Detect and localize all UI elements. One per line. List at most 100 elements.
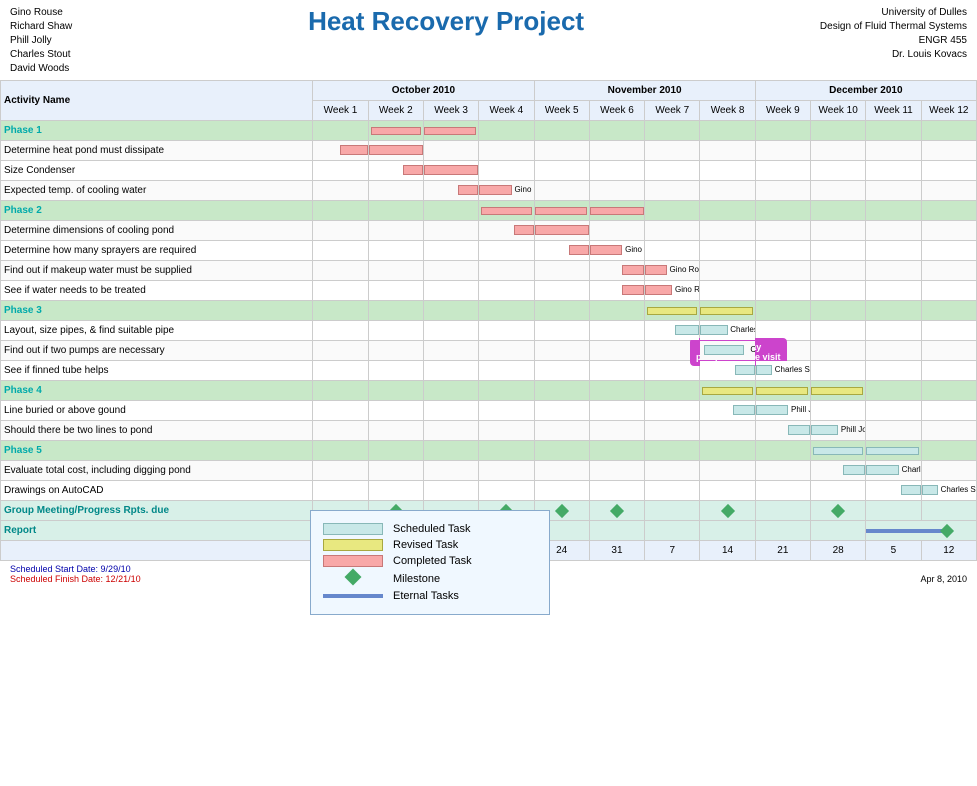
bar-spr-w5: [534, 241, 589, 261]
bar-sc-w10: [811, 161, 866, 181]
date-label: [1, 541, 313, 561]
legend-completed-bar: [323, 555, 383, 567]
week5-header: Week 5: [534, 101, 589, 121]
ph4-w6: [589, 381, 644, 401]
activity-row-expected-temp: Expected temp. of cooling water Gino Rou…: [1, 181, 977, 201]
professor: Dr. Louis Kovacs: [820, 48, 967, 62]
bar-mw-w10: [811, 261, 866, 281]
activity-row-autocad: Drawings on AutoCAD Charles Stout, David…: [1, 481, 977, 501]
phase-3-label: Phase 3: [1, 301, 313, 321]
ph3-w1: [313, 301, 368, 321]
ph3-w9: [755, 301, 810, 321]
phase-1-w5: [534, 121, 589, 141]
phase-2-label: Phase 2: [1, 201, 313, 221]
phase-4-row: Phase 4: [1, 381, 977, 401]
activity-row-size-condenser: Size Condenser Gino Rouse[Custom], Richa…: [1, 161, 977, 181]
week6-header: Week 6: [589, 101, 644, 121]
ph3-w4: [479, 301, 534, 321]
bar-mw-w8: [700, 261, 755, 281]
bar-ac-w3: [423, 481, 478, 501]
legend-revised: Revised Task: [323, 539, 537, 551]
legend-scheduled: Scheduled Task: [323, 523, 537, 535]
bar-mw-w6: [589, 261, 644, 281]
legend-completed-label: Completed Task: [393, 555, 472, 567]
bar-dheat-w7: [645, 141, 700, 161]
ph5-w5: [534, 441, 589, 461]
footer-date-right: Apr 8, 2010: [920, 574, 967, 584]
date-12: 12: [921, 541, 976, 561]
bar-ft-w4: [479, 361, 534, 381]
phase-2-w5: [534, 201, 589, 221]
ph3-w5: [534, 301, 589, 321]
phase-1-bar-w2: [368, 121, 423, 141]
bar-dheat-w5: [534, 141, 589, 161]
phase-2-w12: [921, 201, 976, 221]
phase-2-w4: [479, 201, 534, 221]
activity-name-pipes: Layout, size pipes, & find suitable pipe: [1, 321, 313, 341]
phase-1-w8: [700, 121, 755, 141]
bar-tl-w12: [921, 421, 976, 441]
date-7: 7: [645, 541, 700, 561]
phase-1-w12: [921, 121, 976, 141]
phase-2-w9: [755, 201, 810, 221]
phase-5-row: Phase 5: [1, 441, 977, 461]
bar-ft-w1: [313, 361, 368, 381]
ph4-w1: [313, 381, 368, 401]
date-28: 28: [811, 541, 866, 561]
bar-ac-w10: [811, 481, 866, 501]
ph5-w11: [866, 441, 921, 461]
ph5-w7: [645, 441, 700, 461]
bar-mw-w9: [755, 261, 810, 281]
ph4-w3: [423, 381, 478, 401]
bar-pu-w10: [811, 341, 866, 361]
bar-cp-w10: [811, 221, 866, 241]
legend-milestone: Milestone: [323, 571, 537, 586]
ph4-w4: [479, 381, 534, 401]
ph3-w11: [866, 301, 921, 321]
gantt-chart: Scheduled Task Revised Task Completed Ta…: [0, 80, 977, 561]
bar-ac-w7: [645, 481, 700, 501]
rep-w11-12: [866, 521, 977, 541]
bar-et-w5: [534, 181, 589, 201]
bar-sc-w8: [700, 161, 755, 181]
team-list: Gino Rouse Richard Shaw Phill Jolly Char…: [10, 6, 72, 76]
bar-ec-w7: [645, 461, 700, 481]
bar-et-w9: [755, 181, 810, 201]
phase-5-label: Phase 5: [1, 441, 313, 461]
bar-et-w8: [700, 181, 755, 201]
month-header-row: Activity Name October 2010 November 2010…: [1, 81, 977, 101]
bar-wt-w6: [589, 281, 644, 301]
bar-spr-w10: [811, 241, 866, 261]
activity-name-water-treated: See if water needs to be treated: [1, 281, 313, 301]
bar-cp-w1: [313, 221, 368, 241]
bar-spr-w12: [921, 241, 976, 261]
project-title: Heat Recovery Project: [72, 6, 820, 37]
bar-wt-w1: [313, 281, 368, 301]
bar-pu-w6: [589, 341, 644, 361]
bar-dheat-w9: [755, 141, 810, 161]
bar-cp-w7: [645, 221, 700, 241]
bar-lb-w11: [866, 401, 921, 421]
bar-ft-w10: [811, 361, 866, 381]
bar-wt-w9: [755, 281, 810, 301]
bar-pu-w5: [534, 341, 589, 361]
bar-tl-w7: [645, 421, 700, 441]
course-info: University of Dulles Design of Fluid The…: [820, 6, 967, 62]
bar-sc-w5: [534, 161, 589, 181]
week7-header: Week 7: [645, 101, 700, 121]
group-meeting-label: Group Meeting/Progress Rpts. due: [1, 501, 313, 521]
university: University of Dulles: [820, 6, 967, 20]
bar-dheat-w1: [313, 141, 368, 161]
bar-ac-w1: [313, 481, 368, 501]
bar-spr-w6: Gino Rouse, Phill Jolly: [589, 241, 644, 261]
bar-lb-w1: [313, 401, 368, 421]
bar-dheat-w3: [423, 141, 478, 161]
report-label: Report: [1, 521, 313, 541]
bar-sc-w9: [755, 161, 810, 181]
bar-spr-w1: [313, 241, 368, 261]
bar-sc-w2: [368, 161, 423, 181]
bar-ac-w11: [866, 481, 921, 501]
october-header: October 2010: [313, 81, 534, 101]
ph4-w5: [534, 381, 589, 401]
bar-wt-w7: Gino Rouse, Phill Jolly: [645, 281, 700, 301]
